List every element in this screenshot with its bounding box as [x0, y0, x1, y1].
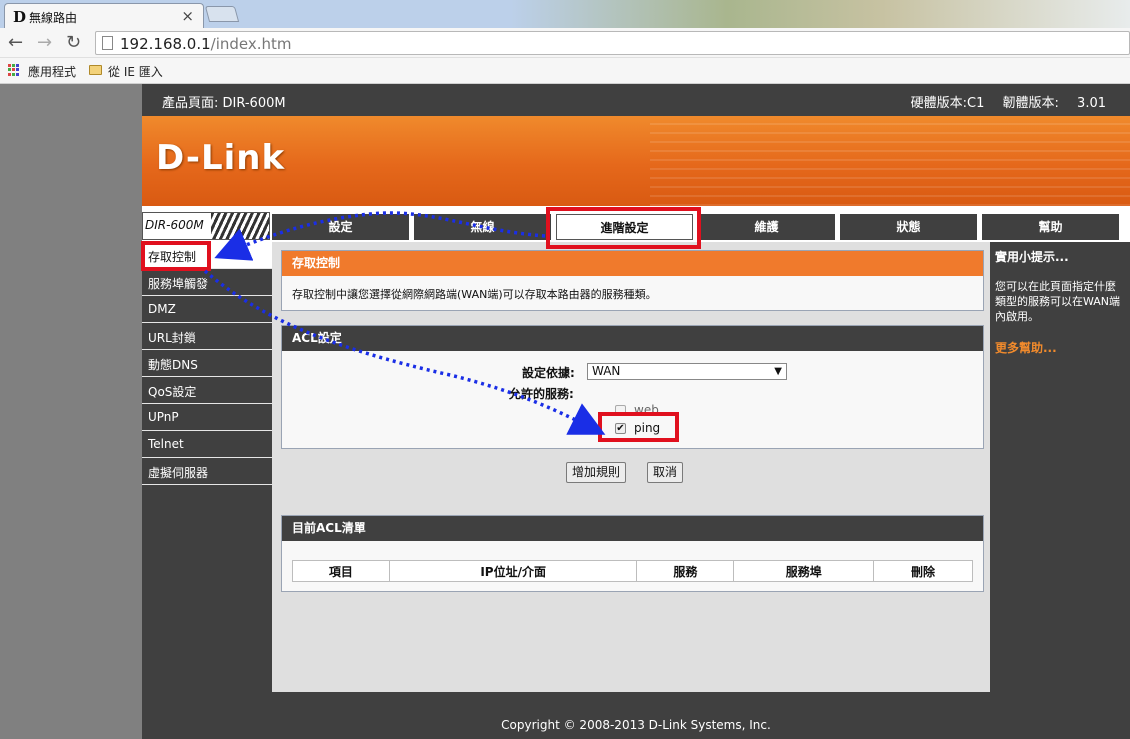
chevron-down-icon: ▼: [774, 366, 782, 377]
acl-settings-title: ACL設定: [282, 326, 983, 351]
more-help-link[interactable]: 更多幫助...: [995, 339, 1125, 356]
dlink-banner: D-Link: [142, 116, 1130, 206]
main-content: 存取控制 存取控制中讓您選擇從網際網路端(WAN端)可以存取本路由器的服務種類。…: [272, 242, 990, 692]
col-service-port: 服務埠: [733, 560, 875, 582]
maximize-window-button[interactable]: [1006, 0, 1036, 20]
folder-icon: [89, 65, 102, 75]
cancel-button[interactable]: 取消: [647, 462, 683, 483]
sidebar-menu: 存取控制 服務埠觸發 DMZ URL封鎖 動態DNS QoS設定 UPnP Te…: [142, 242, 272, 692]
highlight-ping: [598, 412, 679, 442]
page-icon: [102, 36, 113, 50]
sidebar-item-url-block[interactable]: URL封鎖: [142, 323, 272, 350]
tab-help[interactable]: 幫助: [982, 214, 1119, 240]
sidebar-item-ddns[interactable]: 動態DNS: [142, 350, 272, 377]
footer: Copyright © 2008-2013 D-Link Systems, In…: [142, 692, 1130, 739]
bookmarks-bar: 應用程式 從 IE 匯入: [0, 58, 1130, 84]
highlight-advanced-tab: [546, 207, 701, 249]
basis-select-value: WAN: [592, 364, 621, 378]
model-label-box: DIR-600M: [142, 212, 270, 240]
col-service: 服務: [636, 560, 735, 582]
model-name: DIR-600M: [145, 218, 204, 232]
model-stripes-decoration: [211, 213, 269, 239]
new-tab-button[interactable]: [204, 6, 240, 22]
tab-title: 無線路由: [29, 11, 78, 25]
acl-list-body: 項目 IP位址/介面 服務 服務埠 刪除: [282, 541, 983, 591]
acl-list-section: 目前ACL清單 項目 IP位址/介面 服務 服務埠 刪除: [281, 515, 984, 592]
forward-arrow-icon[interactable]: →: [37, 32, 52, 53]
services-label: 允許的服務:: [509, 387, 574, 401]
copyright-text: Copyright © 2008-2013 D-Link Systems, In…: [501, 718, 771, 732]
browser-tab[interactable]: D 無線路由 ×: [4, 3, 204, 28]
minimize-window-button[interactable]: [976, 0, 1006, 20]
version-info: 硬體版本:C1 韌體版本: 3.01: [910, 96, 1106, 111]
col-ip-interface: IP位址/介面: [388, 560, 638, 582]
reload-icon[interactable]: ↻: [66, 32, 81, 53]
bookmark-apps[interactable]: 應用程式: [28, 63, 76, 80]
sidebar-item-upnp[interactable]: UPnP: [142, 404, 272, 431]
sidebar-item-port-trigger[interactable]: 服務埠觸發: [142, 269, 272, 296]
close-window-button[interactable]: [1036, 0, 1092, 20]
back-arrow-icon[interactable]: ←: [8, 32, 23, 53]
tab-maintenance[interactable]: 維護: [698, 214, 835, 240]
basis-select[interactable]: WAN ▼: [587, 363, 787, 380]
tab-setup[interactable]: 設定: [272, 214, 409, 240]
sidebar-item-telnet[interactable]: Telnet: [142, 431, 272, 458]
tips-title: 實用小提示...: [995, 250, 1069, 264]
add-rule-button[interactable]: 增加規則: [566, 462, 626, 483]
dlink-favicon-icon: D: [13, 8, 27, 26]
address-bar[interactable]: 192.168.0.1/index.htm: [95, 31, 1130, 55]
apps-grid-icon: [8, 64, 20, 76]
sidebar-item-dmz[interactable]: DMZ: [142, 296, 272, 323]
bookmark-import-from-ie[interactable]: 從 IE 匯入: [108, 63, 163, 80]
access-control-description: 存取控制中讓您選擇從網際網路端(WAN端)可以存取本路由器的服務種類。: [282, 276, 983, 310]
col-item: 項目: [292, 560, 390, 582]
browser-toolbar: ← → ↻ 192.168.0.1/index.htm: [0, 28, 1130, 58]
highlight-access-control: [141, 241, 211, 271]
sidebar-item-virtual-server[interactable]: 虛擬伺服器: [142, 458, 272, 485]
basis-label: 設定依據:: [522, 366, 575, 380]
tips-text: 您可以在此頁面指定什麼類型的服務可以在WAN端內啟用。: [995, 280, 1121, 323]
top-info-bar: 產品頁面: DIR-600M 硬體版本:C1 韌體版本: 3.01: [142, 84, 1130, 116]
col-delete: 刪除: [873, 560, 973, 582]
banner-lines: [650, 116, 1130, 206]
acl-list-title: 目前ACL清單: [282, 516, 983, 541]
tips-panel: 實用小提示... 您可以在此頁面指定什麼類型的服務可以在WAN端內啟用。 更多幫…: [990, 242, 1130, 692]
sidebar-item-qos[interactable]: QoS設定: [142, 377, 272, 404]
tab-status[interactable]: 狀態: [840, 214, 977, 240]
url-text: 192.168.0.1/index.htm: [120, 35, 292, 53]
browser-tab-strip: D 無線路由 ×: [0, 0, 1130, 28]
tab-close-icon[interactable]: ×: [181, 7, 194, 25]
main-nav-tabs: 設定 無線 進階設定 維護 狀態 幫助: [272, 212, 1130, 240]
acl-table: 項目 IP位址/介面 服務 服務埠 刪除: [292, 560, 973, 582]
tab-wireless[interactable]: 無線: [414, 214, 551, 240]
product-page-label: 產品頁面: DIR-600M: [162, 96, 286, 111]
access-control-title: 存取控制: [282, 251, 983, 276]
dlink-logo: D-Link: [156, 138, 286, 178]
access-control-section: 存取控制 存取控制中讓您選擇從網際網路端(WAN端)可以存取本路由器的服務種類。: [281, 250, 984, 311]
acl-table-header: 項目 IP位址/介面 服務 服務埠 刪除: [292, 560, 973, 582]
